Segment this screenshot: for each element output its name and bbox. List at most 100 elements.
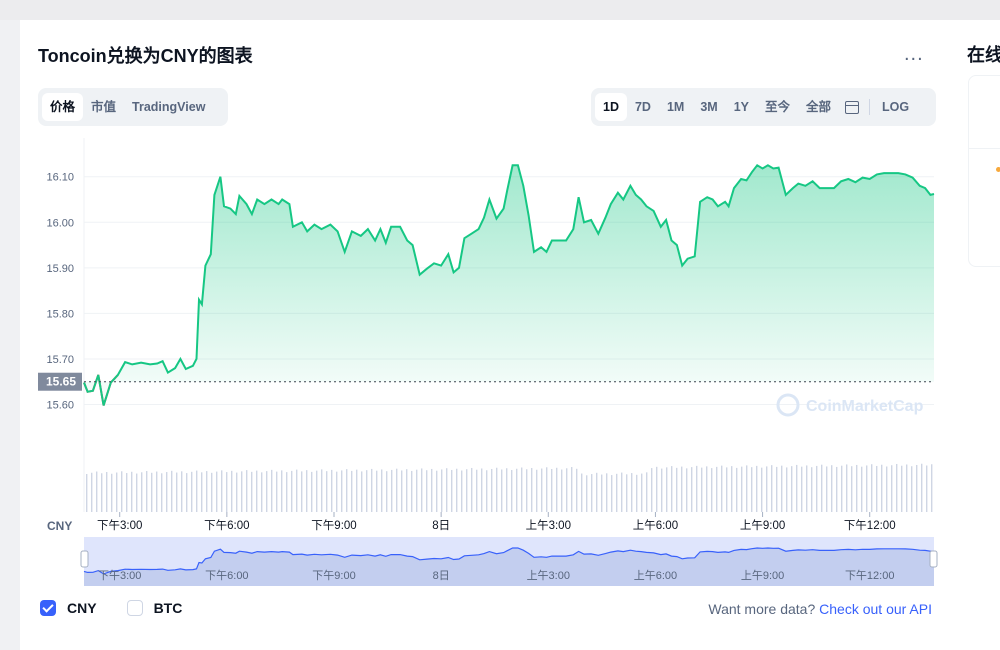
volume-bar [836, 466, 838, 512]
api-link[interactable]: Check out our API [819, 601, 932, 617]
price-chart[interactable]: 16.10 16.00 15.90 15.80 15.70 15.60 CoinMarke… [20, 20, 952, 590]
volume-bar [371, 468, 373, 512]
volume-bar [486, 470, 488, 512]
y-tick-label: 15.60 [46, 400, 74, 412]
volume-bars [86, 463, 933, 512]
volume-bar [676, 467, 678, 512]
volume-bar [381, 469, 383, 512]
volume-bar [701, 467, 703, 512]
volume-bar [876, 465, 878, 512]
navigator-handle-left[interactable] [80, 550, 89, 568]
volume-bar [416, 469, 418, 512]
volume-bar [206, 471, 208, 512]
volume-bar [921, 463, 923, 512]
volume-bar [786, 467, 788, 512]
volume-bar [726, 467, 728, 512]
navigator-tick-label: 下午6:00 [205, 569, 248, 582]
volume-bar [296, 469, 298, 512]
y-tick-label: 16.00 [46, 217, 74, 229]
range-navigator[interactable]: 下午3:00 下午6:00 下午9:00 8日 上午3:00 上午6:00 上午9:00 下午… [80, 537, 938, 586]
volume-bar [241, 471, 243, 512]
volume-bar [781, 465, 783, 512]
volume-bar [391, 469, 393, 512]
volume-bar [446, 468, 448, 512]
volume-bar [891, 465, 893, 512]
volume-bar [571, 467, 573, 512]
volume-bar [661, 468, 663, 512]
volume-bar [451, 469, 453, 512]
volume-bar [131, 471, 133, 512]
volume-bar [396, 468, 398, 512]
volume-bar [106, 472, 108, 512]
volume-bar [341, 470, 343, 512]
volume-bar [801, 466, 803, 512]
y-tick-label: 15.90 [46, 263, 74, 275]
volume-bar [161, 473, 163, 512]
volume-bar [606, 473, 608, 512]
volume-bar [291, 470, 293, 512]
volume-bar [376, 470, 378, 512]
volume-bar [931, 464, 933, 512]
volume-bar [926, 465, 928, 512]
volume-bar [596, 472, 598, 512]
volume-bar [281, 470, 283, 512]
volume-bar [476, 469, 478, 512]
volume-bar [216, 471, 218, 512]
btc-checkbox[interactable] [126, 600, 143, 616]
volume-bar [756, 465, 758, 512]
navigator-handle-right[interactable] [929, 550, 938, 568]
volume-bar [911, 466, 913, 512]
volume-bar [741, 466, 743, 512]
volume-bar [826, 466, 828, 512]
volume-bar [426, 470, 428, 512]
navigator-tick-label: 上午6:00 [634, 569, 677, 582]
y-tick-label: 15.70 [46, 354, 74, 366]
volume-bar [361, 471, 363, 512]
volume-bar [551, 469, 553, 512]
volume-bar [91, 472, 93, 512]
volume-bar [761, 467, 763, 512]
reference-price-label: 15.65 [46, 375, 76, 389]
top-bar [0, 0, 1000, 20]
volume-bar [496, 467, 498, 512]
navigator-tick-label: 上午9:00 [741, 569, 784, 582]
volume-bar [491, 468, 493, 512]
volume-bar [316, 470, 318, 512]
volume-bar [636, 474, 638, 512]
volume-bar [811, 467, 813, 512]
volume-bar [901, 465, 903, 512]
volume-bar [771, 465, 773, 512]
volume-bar [256, 470, 258, 512]
volume-bar [821, 464, 823, 512]
volume-bar [856, 464, 858, 512]
sidebar-title: 在线 [967, 45, 1000, 65]
api-prompt: Want more data? [708, 601, 816, 617]
volume-bar [746, 465, 748, 512]
volume-bar [591, 474, 593, 512]
volume-bar [731, 466, 733, 512]
volume-bar [86, 474, 88, 512]
volume-bar [751, 467, 753, 512]
volume-bar [356, 469, 358, 512]
volume-bar [251, 471, 253, 512]
watermark-text: CoinMarketCap [806, 398, 924, 415]
x-tick-label: 上午3:00 [526, 519, 571, 532]
volume-bar [466, 469, 468, 512]
cny-checkbox[interactable] [40, 600, 56, 616]
volume-bar [716, 466, 718, 512]
volume-bar [406, 469, 408, 512]
volume-bar [246, 470, 248, 512]
volume-bar [526, 469, 528, 512]
volume-bar [871, 464, 873, 512]
volume-bar [326, 471, 328, 512]
volume-bar [346, 469, 348, 512]
volume-bar [276, 471, 278, 512]
volume-bar [411, 470, 413, 512]
volume-bar [121, 471, 123, 512]
volume-bar [896, 463, 898, 512]
volume-bar [651, 468, 653, 512]
volume-bar [211, 472, 213, 512]
sidebar-card [968, 75, 1000, 267]
volume-bar [541, 468, 543, 512]
btc-label: BTC [153, 600, 183, 616]
